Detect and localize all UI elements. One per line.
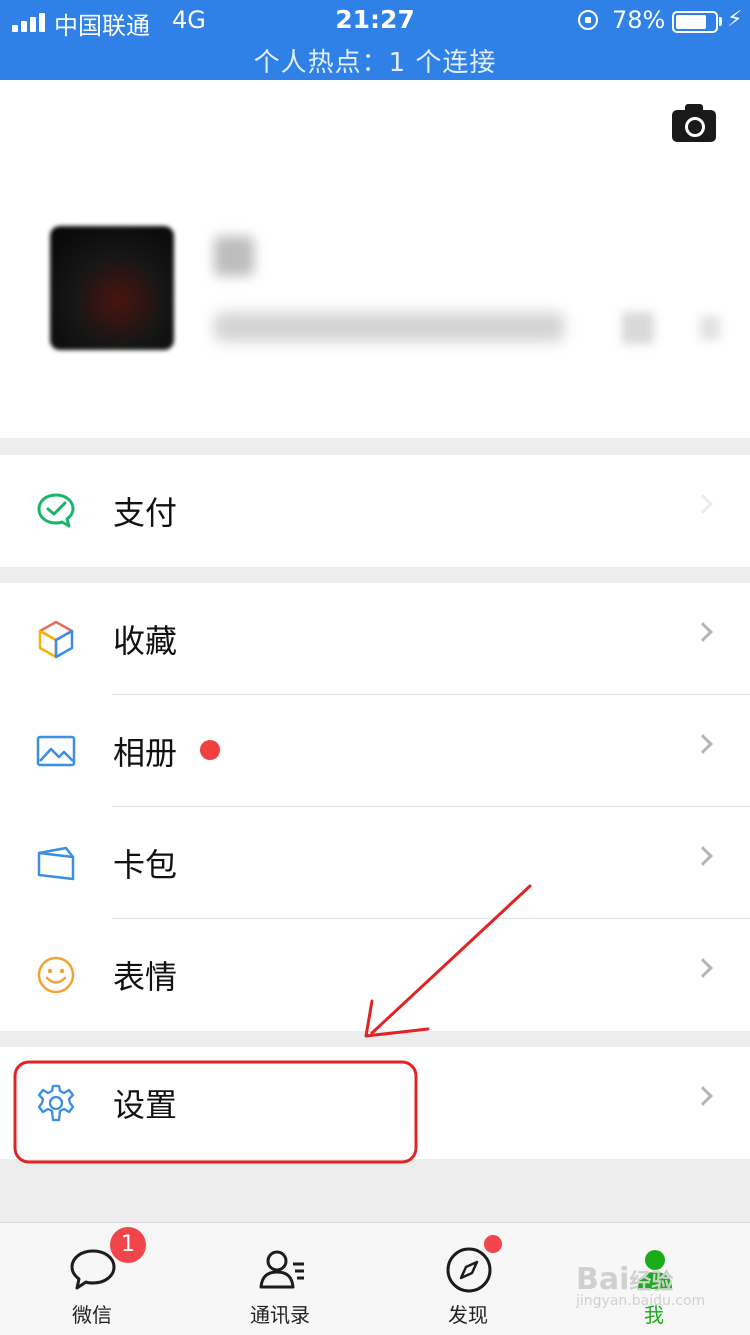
chevron-right-icon [693, 1086, 713, 1106]
chevron-right-icon [693, 958, 713, 978]
tab-label-discover: 发现 [448, 1303, 488, 1327]
album-new-dot [200, 740, 220, 760]
compass-icon [446, 1247, 492, 1293]
watermark-brand: Bai [576, 1262, 630, 1297]
menu-item-pay[interactable]: 支付 [0, 455, 750, 567]
chevron-right-icon [693, 846, 713, 866]
tools-section: 收藏 相册 卡包 表情 [0, 583, 750, 1031]
menu-label-favorites: 收藏 [113, 622, 178, 660]
battery-icon [672, 11, 718, 33]
status-bar: 中国联通 4G 21:27 78% ⚡ 个人热点：1 个连接 [0, 0, 750, 80]
wechat-id-blurred [214, 312, 564, 342]
album-picture-icon [36, 735, 76, 767]
menu-label-stickers: 表情 [113, 958, 178, 996]
menu-label-album: 相册 [113, 734, 178, 772]
tab-chats[interactable]: 微信 1 [32, 1223, 152, 1335]
battery-tip [719, 17, 722, 26]
baidu-watermark: Bai经验 jingyan.baidu.com [576, 1262, 746, 1322]
watermark-brand-suffix: 经验 [629, 1270, 674, 1295]
tab-label-contacts: 通讯录 [250, 1303, 310, 1327]
discover-new-dot [484, 1235, 502, 1253]
chat-icon [70, 1249, 116, 1290]
watermark-url: jingyan.baidu.com [576, 1293, 706, 1309]
pay-icon [37, 493, 75, 528]
chevron-right-icon [693, 622, 713, 642]
menu-item-album[interactable]: 相册 [0, 695, 750, 807]
menu-item-favorites[interactable]: 收藏 [0, 583, 750, 695]
menu-item-settings[interactable]: 设置 [0, 1047, 750, 1159]
camera-icon[interactable] [672, 104, 716, 142]
menu-item-stickers[interactable]: 表情 [0, 919, 750, 1031]
card-wallet-icon [37, 846, 75, 881]
menu-label-pay: 支付 [113, 494, 178, 532]
menu-label-cards: 卡包 [113, 846, 178, 884]
gear-icon [37, 1084, 75, 1122]
menu-item-cards[interactable]: 卡包 [0, 807, 750, 919]
profile-chevron-icon [700, 316, 720, 340]
battery-fill [676, 15, 706, 29]
tab-label-chats: 微信 [72, 1303, 112, 1327]
tab-discover[interactable]: 发现 [408, 1223, 528, 1335]
menu-label-settings: 设置 [113, 1086, 178, 1124]
avatar[interactable] [50, 226, 174, 350]
unread-badge: 1 [110, 1227, 146, 1263]
charging-icon: ⚡ [727, 7, 743, 32]
favorites-cube-icon [38, 620, 74, 659]
chevron-right-icon [693, 494, 713, 514]
qrcode-icon[interactable] [622, 312, 654, 344]
nickname-blurred [214, 236, 254, 276]
battery-percentage: 78% [612, 6, 666, 34]
contacts-icon [259, 1250, 304, 1289]
smiley-icon [37, 956, 75, 994]
tab-contacts[interactable]: 通讯录 [220, 1223, 340, 1335]
pay-section: 支付 [0, 455, 750, 567]
hotspot-banner[interactable]: 个人热点：1 个连接 [0, 42, 750, 79]
rotation-lock-icon [578, 10, 598, 30]
chevron-right-icon [693, 734, 713, 754]
settings-section: 设置 [0, 1047, 750, 1159]
